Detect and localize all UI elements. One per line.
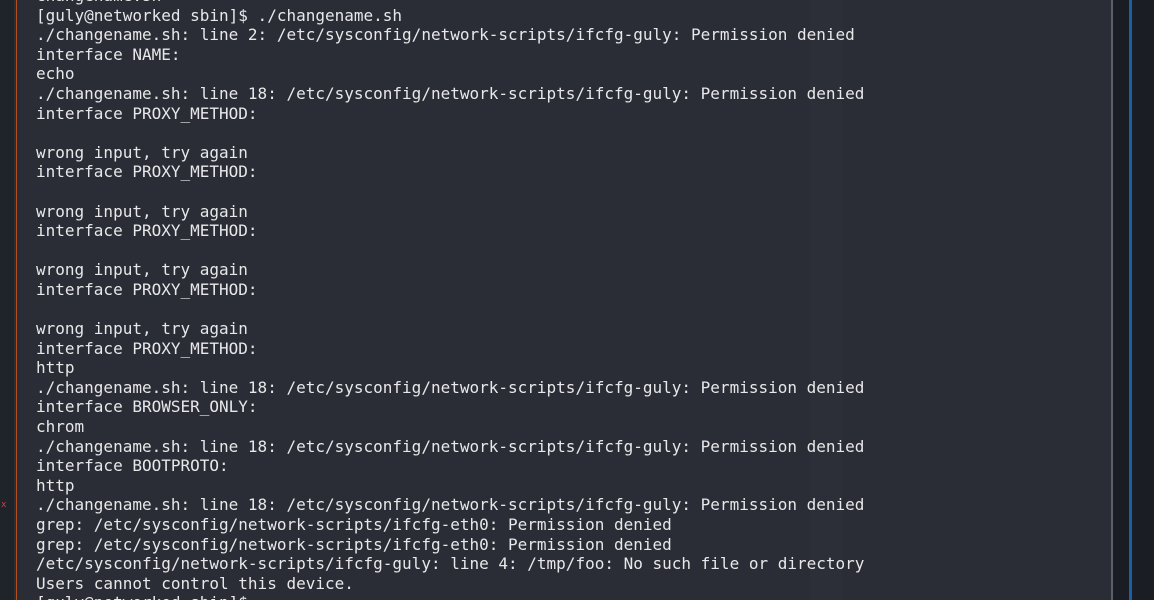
terminal-line: interface BROWSER_ONLY: [36,397,258,417]
terminal-line: ./changename.sh: line 18: /etc/sysconfig… [36,495,865,515]
terminal-line: ./changename.sh: line 18: /etc/sysconfig… [36,436,865,456]
terminal-line: Users cannot control this device. [36,573,354,593]
terminal-line: interface PROXY_METHOD: [36,103,258,123]
terminal-line: grep: /etc/sysconfig/network-scripts/ifc… [36,534,672,554]
right-accent-bar [1129,0,1132,600]
terminal-line: grep: /etc/sysconfig/network-scripts/ifc… [36,515,672,535]
terminal-line: interface BOOTPROTO: [36,456,229,476]
right-side-panel [1113,0,1154,600]
left-accent-rule [16,0,17,600]
terminal-line: /etc/sysconfig/network-scripts/ifcfg-gul… [36,554,865,574]
terminal-line: wrong input, try again [36,201,248,221]
terminal-output[interactable]: changename.sh[guly@networked sbin]$ ./ch… [36,0,864,600]
terminal-line: interface PROXY_METHOD: [36,279,258,299]
terminal-line: interface PROXY_METHOD: [36,162,258,182]
terminal-line: http [36,358,75,378]
terminal-line: wrong input, try again [36,260,248,280]
terminal-line: wrong input, try again [36,142,248,162]
error-marker-icon: x [1,500,7,510]
terminal-line: [guly@networked sbin]$ [36,593,864,600]
terminal-window[interactable]: changename.sh[guly@networked sbin]$ ./ch… [14,0,1111,600]
terminal-line: http [36,475,75,495]
left-gutter [0,0,14,600]
terminal-line: ./changename.sh: line 18: /etc/sysconfig… [36,377,865,397]
terminal-line: interface PROXY_METHOD: [36,221,258,241]
terminal-line: interface PROXY_METHOD: [36,338,258,358]
terminal-line: ./changename.sh: line 2: /etc/sysconfig/… [36,25,855,45]
desktop: x changename.sh[guly@networked sbin]$ ./… [0,0,1154,600]
terminal-line: chrom [36,417,85,437]
terminal-line: echo [36,64,75,84]
terminal-line: interface NAME: [36,44,181,64]
terminal-line: ./changename.sh: line 18: /etc/sysconfig… [36,83,865,103]
terminal-line: [guly@networked sbin]$ ./changename.sh [36,5,403,25]
terminal-line: wrong input, try again [36,319,248,339]
